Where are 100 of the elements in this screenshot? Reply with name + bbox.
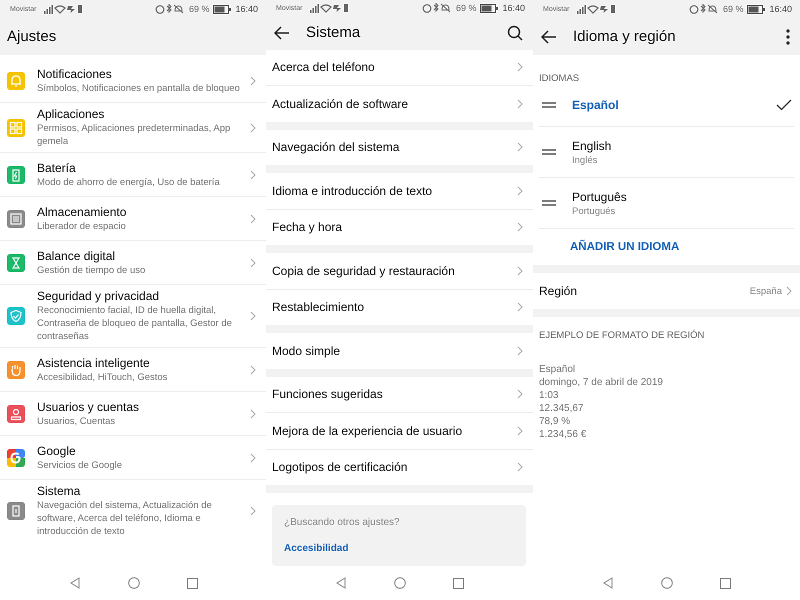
chevron-icon: [250, 506, 256, 516]
settings-item[interactable]: Batería Modo de ahorro de energía, Uso de batería: [0, 153, 266, 197]
item-subtitle: Reconocimiento facial, ID de huella digital, Contraseña de bloqueo de pantalla, Gestor de contraseñas: [37, 304, 233, 343]
language-item[interactable]: English Inglés: [539, 127, 794, 178]
chevron-icon: [517, 142, 523, 152]
item-subtitle: Servicios de Google: [37, 458, 124, 472]
chevron-icon: [786, 286, 792, 296]
chevron-icon: [517, 98, 523, 109]
chevron-icon: [250, 76, 256, 86]
settings-item[interactable]: Almacenamiento Liberador de espacio: [0, 197, 266, 241]
section-heading: EJEMPLO DE FORMATO DE REGIÓN: [539, 330, 706, 341]
chevron-icon: [250, 122, 256, 132]
checkmark-icon: [776, 99, 792, 111]
home-nav-icon[interactable]: [128, 577, 140, 589]
settings-item[interactable]: Notificaciones Símbolos, Notificaciones en pantalla de bloqueo: [0, 59, 266, 103]
chevron-icon: [517, 266, 523, 276]
status-icons-drawing: [310, 3, 350, 14]
drag-handle-icon[interactable]: [542, 149, 556, 155]
recents-nav-icon[interactable]: [453, 578, 464, 588]
more-options-icon[interactable]: [786, 28, 790, 44]
chevron-icon: [250, 364, 256, 374]
chevron-icon: [250, 452, 256, 462]
back-nav-icon[interactable]: [602, 577, 614, 589]
item-subtitle: Usuarios, Cuentas: [37, 414, 116, 428]
item-title: Batería: [37, 160, 77, 176]
settings-item[interactable]: Logotipos de certificación: [266, 450, 533, 485]
drag-handle-icon[interactable]: [542, 102, 556, 108]
format-example-text: Español: [539, 363, 576, 376]
language-item[interactable]: Español: [539, 84, 794, 127]
settings-item[interactable]: Google Servicios de Google: [0, 436, 266, 480]
suggestion-question: ¿Buscando otros ajustes?: [284, 517, 401, 528]
battery-percent: 69 %: [188, 4, 210, 14]
chevron-icon: [517, 346, 523, 356]
item-subtitle: Accesibilidad, HiTouch, Gestos: [37, 370, 168, 384]
item-title: Seguridad y privacidad: [37, 289, 160, 304]
status-icons-drawing: [688, 4, 719, 14]
settings-item[interactable]: Asistencia inteligente Accesibilidad, HiTouch, Gestos: [0, 348, 266, 392]
clock-time: 16:40: [235, 4, 258, 14]
settings-item[interactable]: Copia de seguridad y restauración: [266, 253, 533, 290]
screen-title: Sistema: [306, 24, 360, 42]
chevron-icon: [250, 311, 256, 321]
battery-percent: 69 %: [456, 3, 476, 14]
screen-title: Idioma y región: [573, 28, 676, 45]
screen-title: Ajustes: [7, 28, 56, 45]
item-title: Notificaciones: [37, 66, 113, 82]
battery-percent: 69 %: [722, 4, 744, 14]
status-icons-drawing: [44, 4, 84, 14]
recents-nav-icon[interactable]: [186, 578, 198, 588]
language-item[interactable]: Português Portugués: [539, 178, 794, 229]
status-icons-drawing: [422, 3, 452, 14]
item-subtitle: Modo de ahorro de energía, Uso de batería: [37, 176, 221, 188]
battery-icon: [480, 4, 498, 13]
battery-icon: [213, 4, 232, 14]
region-label: Región: [539, 284, 578, 298]
settings-item[interactable]: Usuarios y cuentas Usuarios, Cuentas: [0, 392, 266, 436]
item-title: Almacenamiento: [37, 204, 128, 220]
region-value: España: [750, 286, 782, 296]
format-example-text: 1.234,56 €: [539, 428, 588, 441]
settings-item[interactable]: Seguridad y privacidad Reconocimiento facial, ID de huella digital, Contraseña de bloqueo de pantalla, Gestor de contraseñas: [0, 285, 266, 348]
settings-item[interactable]: Balance digital Gestión de tiempo de uso: [0, 241, 266, 285]
chevron-icon: [250, 408, 256, 418]
item-title: Balance digital: [37, 248, 116, 264]
item-title: Sistema: [37, 484, 82, 499]
chevron-icon: [517, 222, 523, 232]
format-example-text: 78,9 %: [539, 415, 572, 428]
home-nav-icon[interactable]: [661, 577, 673, 589]
item-title: Asistencia inteligente: [37, 356, 151, 370]
item-title: Google: [37, 444, 77, 458]
search-icon[interactable]: [507, 24, 523, 41]
recents-nav-icon[interactable]: [720, 578, 731, 588]
status-icons-drawing: [577, 4, 618, 14]
settings-item[interactable]: Restablecimiento: [266, 290, 533, 325]
item-subtitle: Gestión de tiempo de uso: [37, 264, 146, 276]
settings-item[interactable]: Navegación del sistema: [266, 130, 533, 165]
format-example-text: domingo, 7 de abril de 2019: [539, 376, 664, 389]
drag-handle-icon[interactable]: [542, 200, 556, 206]
region-row[interactable]: Región España: [533, 273, 800, 317]
chevron-icon: [517, 62, 523, 72]
back-arrow-icon[interactable]: [274, 26, 290, 40]
item-subtitle: Navegación del sistema, Actualización de software, Acerca del teléfono, Idioma e introducción de texto: [37, 499, 213, 538]
settings-item[interactable]: Fecha y hora: [266, 210, 533, 245]
clock-time: 16:40: [769, 4, 792, 14]
settings-item[interactable]: Modo simple: [266, 333, 533, 368]
settings-item[interactable]: Sistema Navegación del sistema, Actualización de software, Acerca del teléfono, Idioma e introducción de texto: [0, 480, 266, 542]
chevron-icon: [517, 426, 523, 436]
chevron-icon: [517, 462, 523, 472]
settings-item[interactable]: Actualización de software: [266, 86, 533, 122]
item-subtitle: Símbolos, Notificaciones en pantalla de bloqueo: [37, 82, 241, 94]
settings-item[interactable]: Aplicaciones Permisos, Aplicaciones predeterminadas, App gemela: [0, 103, 266, 153]
chevron-icon: [517, 389, 523, 400]
item-subtitle: Permisos, Aplicaciones predeterminadas, App gemela: [37, 122, 232, 148]
back-arrow-icon[interactable]: [541, 30, 557, 44]
clock-time: 16:40: [502, 3, 525, 14]
add-language-button[interactable]: AÑADIR UN IDIOMA: [539, 229, 680, 265]
chevron-icon: [517, 302, 523, 312]
status-icons-drawing: [154, 4, 185, 14]
home-nav-icon[interactable]: [394, 577, 406, 589]
accessibility-link[interactable]: Accesibilidad: [284, 543, 514, 554]
back-nav-icon[interactable]: [68, 577, 80, 589]
back-nav-icon[interactable]: [335, 577, 347, 589]
